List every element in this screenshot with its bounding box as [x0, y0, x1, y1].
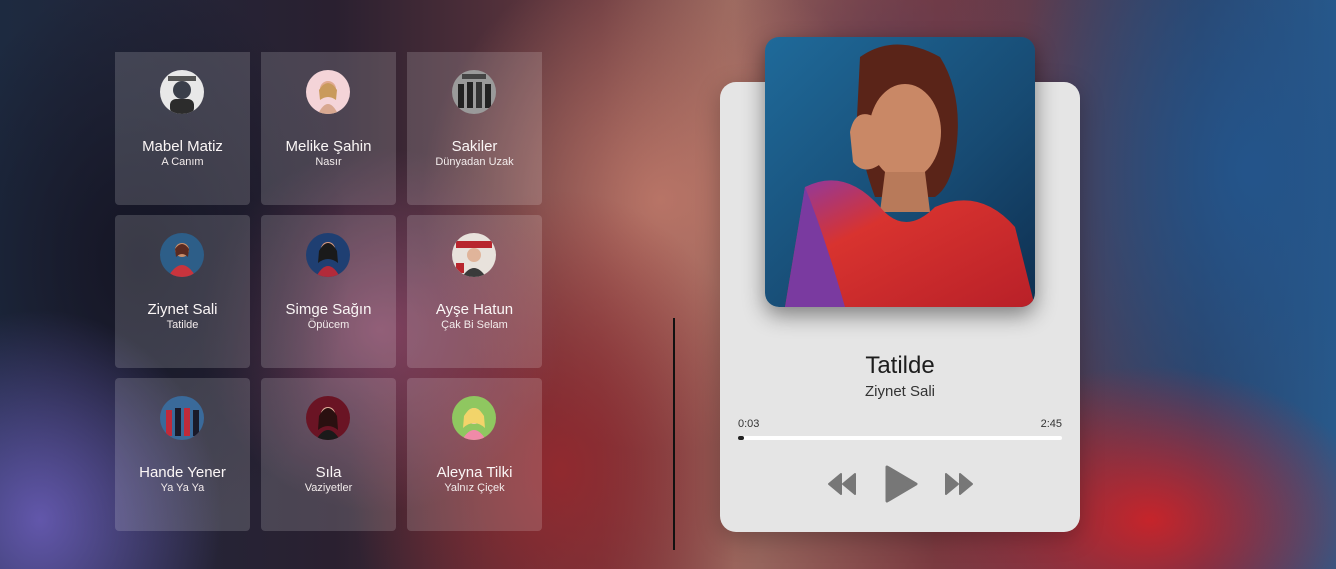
play-icon[interactable]	[883, 464, 919, 504]
artist-avatar	[160, 70, 204, 114]
artist-name: Sıla	[315, 464, 342, 481]
album-cover	[765, 37, 1035, 307]
song-card[interactable]: Sıla Vaziyetler	[261, 378, 396, 531]
artist-avatar	[160, 233, 204, 277]
artist-avatar	[160, 396, 204, 440]
rewind-icon[interactable]	[827, 472, 857, 496]
artist-name: Melike Şahin	[285, 138, 372, 155]
song-card[interactable]: Ziynet Sali Tatilde	[115, 215, 250, 368]
song-name: Yalnız Çiçek	[444, 482, 505, 494]
song-card[interactable]: Simge Sağın Öpücem	[261, 215, 396, 368]
song-card[interactable]: Mabel Matiz A Canım	[115, 52, 250, 205]
song-card[interactable]: Hande Yener Ya Ya Ya	[115, 378, 250, 531]
artist-name: Ayşe Hatun	[435, 301, 514, 318]
artist-name: Sakiler	[451, 138, 498, 155]
playlist-grid: Mabel Matiz A Canım Melike Şahin Nasır S…	[115, 52, 542, 531]
artist-avatar	[452, 70, 496, 114]
artist-name: Hande Yener	[139, 464, 226, 481]
song-name: Vaziyetler	[304, 482, 353, 494]
song-name: A Canım	[161, 156, 204, 168]
song-card[interactable]: Sakiler Dünyadan Uzak	[407, 52, 542, 205]
now-playing-title: Tatilde	[865, 352, 935, 379]
current-time: 0:03	[738, 418, 760, 430]
duration: 2:45	[1040, 418, 1062, 430]
now-playing-artist: Ziynet Sali	[864, 383, 936, 400]
song-card[interactable]: Aleyna Tilki Yalnız Çiçek	[407, 378, 542, 531]
artist-avatar	[452, 396, 496, 440]
artist-name: Simge Sağın	[285, 301, 372, 318]
song-card[interactable]: Ayşe Hatun Çak Bi Selam	[407, 215, 542, 368]
artist-name: Aleyna Tilki	[436, 464, 513, 481]
vertical-divider	[673, 318, 675, 550]
song-name: Öpücem	[307, 319, 350, 331]
artist-avatar	[306, 233, 350, 277]
song-card[interactable]: Melike Şahin Nasır	[261, 52, 396, 205]
song-name: Dünyadan Uzak	[435, 156, 514, 168]
artist-avatar	[452, 233, 496, 277]
artist-name: Ziynet Sali	[147, 301, 218, 318]
song-name: Ya Ya Ya	[160, 482, 205, 494]
song-name: Tatilde	[166, 319, 199, 331]
song-name: Çak Bi Selam	[441, 319, 508, 331]
song-name: Nasır	[315, 156, 342, 168]
artist-name: Mabel Matiz	[142, 138, 223, 155]
progress-fill	[738, 436, 744, 440]
artist-avatar	[306, 70, 350, 114]
fast-forward-icon[interactable]	[944, 472, 974, 496]
artist-avatar	[306, 396, 350, 440]
progress-bar[interactable]	[738, 436, 1062, 440]
